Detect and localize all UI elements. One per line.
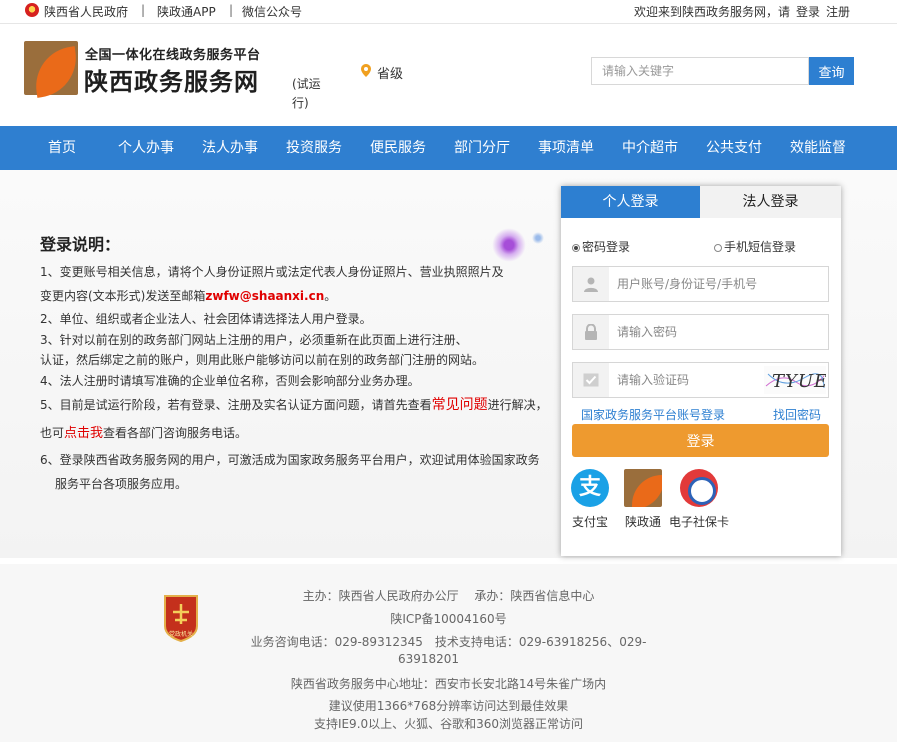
top-register-link[interactable]: 注册 [826,5,850,19]
wechat-link[interactable]: 微信公众号 [242,3,302,20]
app-label: 支付宝 [571,515,608,529]
verify-check-icon [573,363,609,397]
login-panel: 个人登录 法人登录 密码登录 手机短信登录 TYUE 国家政务服务平台账号登录 … [561,186,841,556]
social-card-icon [680,469,718,507]
nav-item-personal[interactable]: 个人办事 [118,126,174,170]
top-account-links: 欢迎来到陕西政务服务网，请 登录 注册 [634,3,850,20]
app-link[interactable]: 陕政通APP [157,3,216,20]
location-pin-icon[interactable] [361,64,371,77]
site-title[interactable]: 陕西政务服务网 [84,62,259,97]
alipay-login[interactable]: 支 支付宝 [571,469,609,530]
note-line: 服务平台各项服务应用。 [55,477,188,491]
note-line: 3、针对以前在别的政务部门网站上注册的用户，必须重新在此页面上进行注册、 [40,333,468,347]
password-input[interactable] [617,323,767,341]
decorative-glow [492,228,526,262]
location-selector[interactable]: 省级 [377,63,403,82]
footer-phones-cont: 63918201 [397,652,460,666]
trial-label: (试运行) [292,77,321,110]
note-line: 认证，然后绑定之前的账户，则用此账户能够访问以前在别的政务部门注册的网站。 [40,353,485,367]
captcha-image[interactable]: TYUE [764,366,826,394]
faq-link[interactable]: 常见问题 [432,397,488,413]
tab-legal-login[interactable]: 法人登录 [700,186,841,218]
support-email[interactable]: zwfw@shaanxi.cn [205,289,324,303]
username-field [572,266,829,302]
tab-personal-login[interactable]: 个人登录 [561,186,700,218]
user-icon [573,267,609,301]
divider: | [229,3,234,17]
app-label: 电子社保卡 [669,515,730,529]
password-field [572,314,829,350]
username-input[interactable] [617,275,767,293]
note-line: 4、法人注册时请填写准确的企业单位名称，否则会影响部分业务办理。 [40,374,420,388]
footer-resolution-note: 建议使用1366*768分辨率访问达到最佳效果 [328,699,569,713]
note-line: 6、登录陕西省政务服务网的用户，可激活成为国家政务服务平台用户，欢迎试用体验国家… [40,453,540,467]
click-me-link[interactable]: 点击我 [64,426,103,441]
login-button[interactable]: 登录 [572,424,829,457]
app-label: 陕政通 [624,515,661,529]
nav-item-public-payment[interactable]: 公共支付 [706,126,762,170]
gov-link[interactable]: 陕西省人民政府 [44,3,128,20]
nav-item-item-list[interactable]: 事项清单 [538,126,594,170]
note-line: 2、单位、组织或者企业法人、社会团体请选择法人用户登录。 [40,312,372,326]
national-platform-login-link[interactable]: 国家政务服务平台账号登录 [581,406,725,423]
note-line: 也可点击我查看各部门咨询服务电话。 [40,426,248,441]
captcha-field: TYUE [572,362,829,398]
note-line: 5、目前是试运行阶段，若有登录、注册及实名认证方面问题，请首先查看常见问题进行解… [40,397,548,413]
nav-item-investment[interactable]: 投资服务 [286,126,342,170]
footer-icp[interactable]: 陕ICP备10004160号 [0,610,897,627]
footer-phones: 业务咨询电话：029-89312345 技术支持电话：029-63918256、… [250,635,647,649]
radio-checked-icon [572,244,580,252]
note-line: 变更内容(文本形式)发送至邮箱zwfw@shaanxi.cn。 [40,289,337,303]
social-security-card-login[interactable]: 电子社保卡 [669,469,729,530]
shanzhengtong-login[interactable]: 陕政通 [624,469,662,530]
nav-item-convenience[interactable]: 便民服务 [370,126,426,170]
national-emblem-icon [25,3,39,17]
radio-password-login[interactable]: 密码登录 [572,238,630,255]
site-subtitle: 全国一体化在线政务服务平台 [85,48,261,63]
divider: | [141,3,146,17]
forgot-password-link[interactable]: 找回密码 [773,406,821,423]
footer-sponsor: 主办：陕西省人民政府办公厅 承办：陕西省信息中心 [302,589,595,603]
shanzhengtong-icon [624,469,662,507]
decorative-glow [532,232,544,244]
main-nav: 首页 个人办事 法人办事 投资服务 便民服务 部门分厅 事项清单 中介超市 公共… [0,126,897,170]
top-login-link[interactable]: 登录 [796,5,820,19]
footer-browser-note: 支持IE9.0以上、火狐、谷歌和360浏览器正常访问 [313,717,584,731]
nav-item-departments[interactable]: 部门分厅 [454,126,510,170]
divider [0,23,897,24]
footer-address: 陕西省政务服务中心地址：西安市长安北路14号朱雀广场内 [290,677,607,691]
svg-text:TYUE: TYUE [772,371,826,392]
top-bar: 陕西省人民政府 | 陕政通APP | 微信公众号 欢迎来到陕西政务服务网，请 登录… [0,0,897,22]
nav-item-home[interactable]: 首页 [48,126,76,170]
nav-item-legal[interactable]: 法人办事 [202,126,258,170]
nav-item-agency-market[interactable]: 中介超市 [622,126,678,170]
welcome-text: 欢迎来到陕西政务服务网，请 [633,5,790,19]
radio-sms-login[interactable]: 手机短信登录 [714,238,796,255]
captcha-input[interactable] [617,371,767,389]
site-logo[interactable] [24,41,81,98]
radio-unchecked-icon [714,244,722,252]
note-line: 1、变更账号相关信息，请将个人身份证照片或法定代表人身份证照片、营业执照照片及 [40,265,504,279]
search-input[interactable] [591,57,809,85]
lock-icon [573,315,609,349]
alipay-icon: 支 [571,469,609,507]
search-button[interactable]: 查询 [809,57,854,85]
notes-title: 登录说明： [40,235,121,254]
nav-item-supervision[interactable]: 效能监督 [790,126,846,170]
